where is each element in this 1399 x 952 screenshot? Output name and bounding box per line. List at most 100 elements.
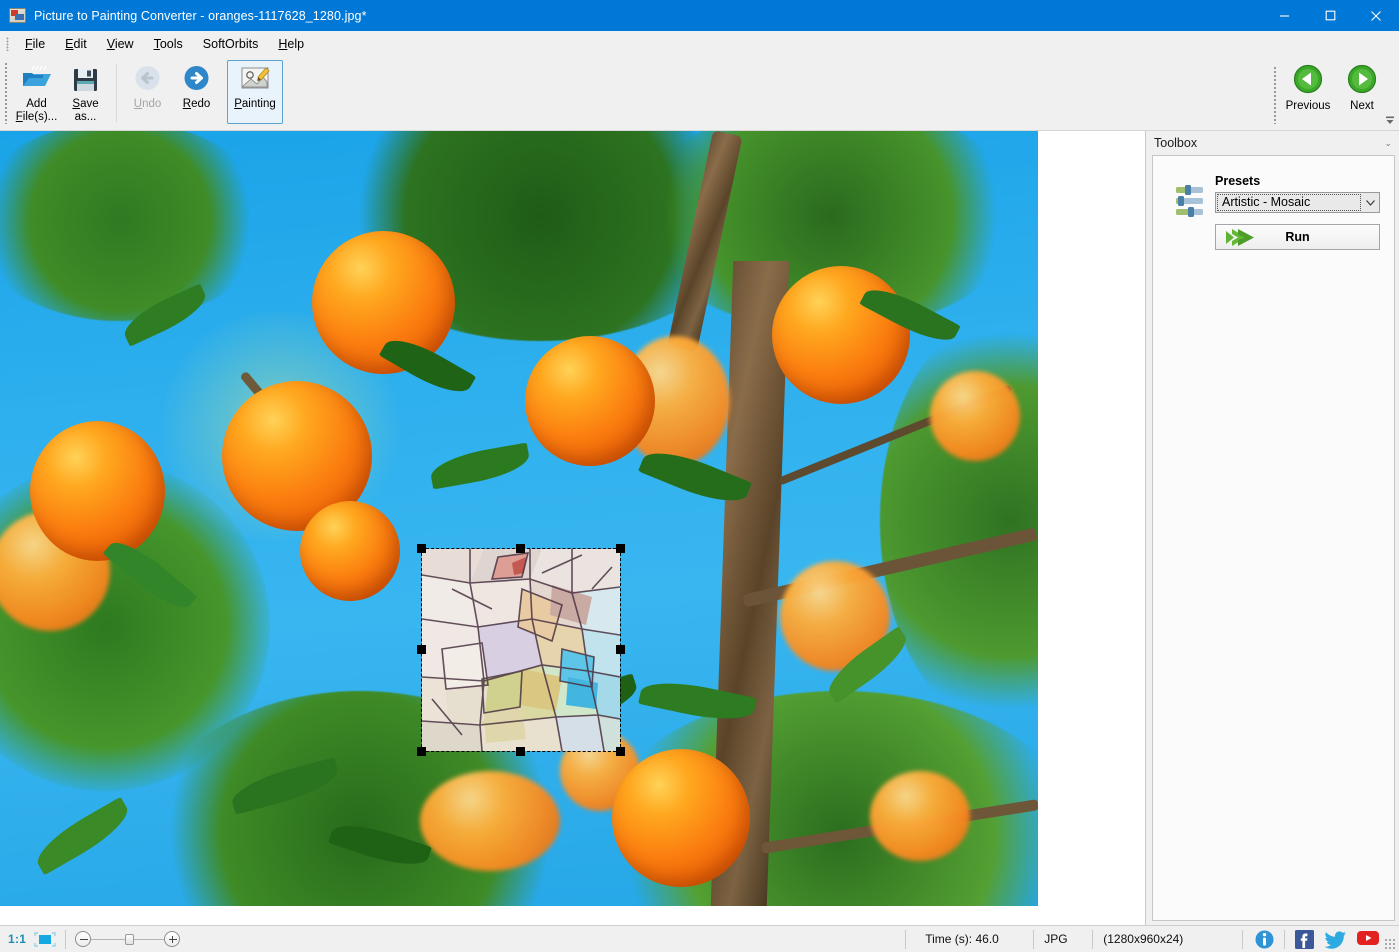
selection-handle-sw[interactable] [417, 747, 426, 756]
add-files-label-line2: File(s)... [15, 111, 58, 123]
close-button[interactable] [1353, 0, 1399, 31]
toolbar-history-group: Undo Redo [123, 56, 221, 130]
toolbar-navigation-group: Previous Next [1269, 56, 1389, 130]
next-label: Next [1350, 100, 1374, 112]
zoom-in-button[interactable] [164, 931, 181, 947]
menu-item-help[interactable]: Help [268, 33, 314, 55]
menu-drag-grip[interactable] [6, 36, 9, 51]
add-files-button[interactable]: Add File(s)... [12, 60, 61, 125]
toolbar-overflow-chevron-icon[interactable] [1384, 114, 1396, 126]
maximize-button[interactable] [1307, 0, 1353, 31]
facebook-icon[interactable] [1294, 929, 1315, 950]
menu-item-tools[interactable]: Tools [144, 33, 193, 55]
toolbox-collapse-chevron-icon[interactable]: ⌄ [1384, 138, 1392, 149]
toolbox-panel: Toolbox ⌄ Presets Artistic - Mosaic Run [1145, 131, 1399, 925]
minimize-button[interactable] [1261, 0, 1307, 31]
selection-rectangle[interactable] [417, 544, 625, 756]
status-separator [65, 929, 67, 949]
save-icon [69, 64, 102, 95]
toolbar-separator-1 [116, 64, 117, 122]
menu-bar: File Edit View Tools SoftOrbits Help [0, 31, 1399, 56]
resize-grip[interactable] [1384, 938, 1396, 950]
zoom-ratio-label: 1:1 [8, 932, 27, 946]
info-icon[interactable] [1254, 929, 1275, 950]
add-files-icon [20, 64, 53, 95]
dimensions-status: (1280x960x24) [1103, 932, 1184, 946]
menu-item-file[interactable]: File [15, 33, 55, 55]
run-button[interactable]: Run [1215, 224, 1380, 250]
toolbar-effect-group: Painting [227, 56, 283, 130]
orange-fruit [525, 336, 655, 466]
previous-icon [1293, 64, 1323, 94]
selection-handle-ne[interactable] [616, 544, 625, 553]
redo-button[interactable]: Redo [172, 60, 221, 124]
time-status: Time (s): 46.0 [925, 932, 999, 946]
redo-label: Redo [182, 98, 211, 110]
zoom-slider-track[interactable] [91, 933, 165, 945]
next-button[interactable]: Next [1335, 60, 1389, 112]
orange-fruit [772, 266, 910, 404]
toolbox-title-label: Toolbox [1154, 136, 1198, 150]
workspace: Toolbox ⌄ Presets Artistic - Mosaic Run [0, 131, 1399, 925]
orange-fruit [930, 371, 1020, 461]
selection-handle-nw[interactable] [417, 544, 426, 553]
status-separator [1242, 930, 1243, 949]
selection-handle-s[interactable] [516, 747, 525, 756]
menu-item-view-label: iew [114, 36, 134, 51]
selection-handle-w[interactable] [417, 645, 426, 654]
menu-item-edit[interactable]: Edit [55, 33, 97, 55]
toolbox-title-bar: Toolbox ⌄ [1146, 131, 1399, 155]
sliders-icon [1175, 184, 1205, 220]
status-bar: 1:1 Time (s): 46.0 JPG (1280x960x24) [0, 925, 1399, 952]
preset-selected-value: Artistic - Mosaic [1217, 194, 1361, 211]
app-icon [9, 8, 26, 23]
selection-handle-e[interactable] [616, 645, 625, 654]
zoom-out-button[interactable] [75, 931, 92, 947]
orange-fruit [612, 749, 750, 887]
status-separator [905, 929, 907, 949]
image-canvas[interactable] [0, 131, 1145, 925]
toolbox-content: Presets Artistic - Mosaic Run [1152, 155, 1395, 921]
presets-section: Presets Artistic - Mosaic Run [1215, 174, 1394, 250]
youtube-icon[interactable] [1356, 929, 1379, 950]
window-controls [1261, 0, 1399, 31]
window-title: Picture to Painting Converter - oranges-… [34, 8, 367, 23]
selection-handle-se[interactable] [616, 747, 625, 756]
chevron-down-icon[interactable] [1362, 199, 1379, 206]
title-bar: Picture to Painting Converter - oranges-… [0, 0, 1399, 31]
selection-handle-n[interactable] [516, 544, 525, 553]
navigation-drag-grip[interactable] [1273, 66, 1277, 124]
menu-item-softorbits[interactable]: SoftOrbits [193, 33, 269, 55]
toolbar-drag-grip[interactable] [4, 62, 8, 124]
undo-button[interactable]: Undo [123, 60, 172, 124]
presets-label: Presets [1215, 174, 1261, 188]
save-as-label-line1: Save [72, 98, 99, 110]
zoom-slider[interactable] [75, 931, 181, 947]
save-as-label-line2: as... [74, 111, 97, 123]
fit-to-window-icon[interactable] [34, 931, 56, 947]
main-toolbar: Add File(s)... Save as... Undo Redo Pain… [0, 56, 1399, 131]
menu-item-view[interactable]: View [97, 33, 144, 55]
menu-item-file-label: ile [32, 36, 46, 51]
painting-icon [239, 64, 272, 95]
mosaic-effect-preview [422, 549, 620, 751]
redo-icon [180, 64, 213, 95]
status-social-group [1236, 926, 1399, 952]
menu-item-tools-label: ools [159, 36, 183, 51]
source-photo[interactable] [0, 131, 1038, 906]
menu-item-edit-label: dit [73, 36, 87, 51]
toolbar-file-group: Add File(s)... Save as... [12, 56, 110, 130]
green-arrow-icon [1224, 228, 1258, 247]
orange-fruit [30, 421, 165, 561]
next-icon [1347, 64, 1377, 94]
undo-icon [131, 64, 164, 95]
twitter-icon[interactable] [1324, 929, 1346, 950]
preset-dropdown[interactable]: Artistic - Mosaic [1215, 192, 1380, 213]
status-separator [1284, 930, 1285, 949]
menu-item-softorbits-label: SoftOrbits [202, 36, 259, 51]
run-label: Run [1285, 230, 1310, 244]
previous-button[interactable]: Previous [1281, 60, 1335, 112]
save-as-button[interactable]: Save as... [61, 60, 110, 125]
painting-button[interactable]: Painting [227, 60, 283, 124]
zoom-slider-thumb[interactable] [124, 933, 134, 945]
